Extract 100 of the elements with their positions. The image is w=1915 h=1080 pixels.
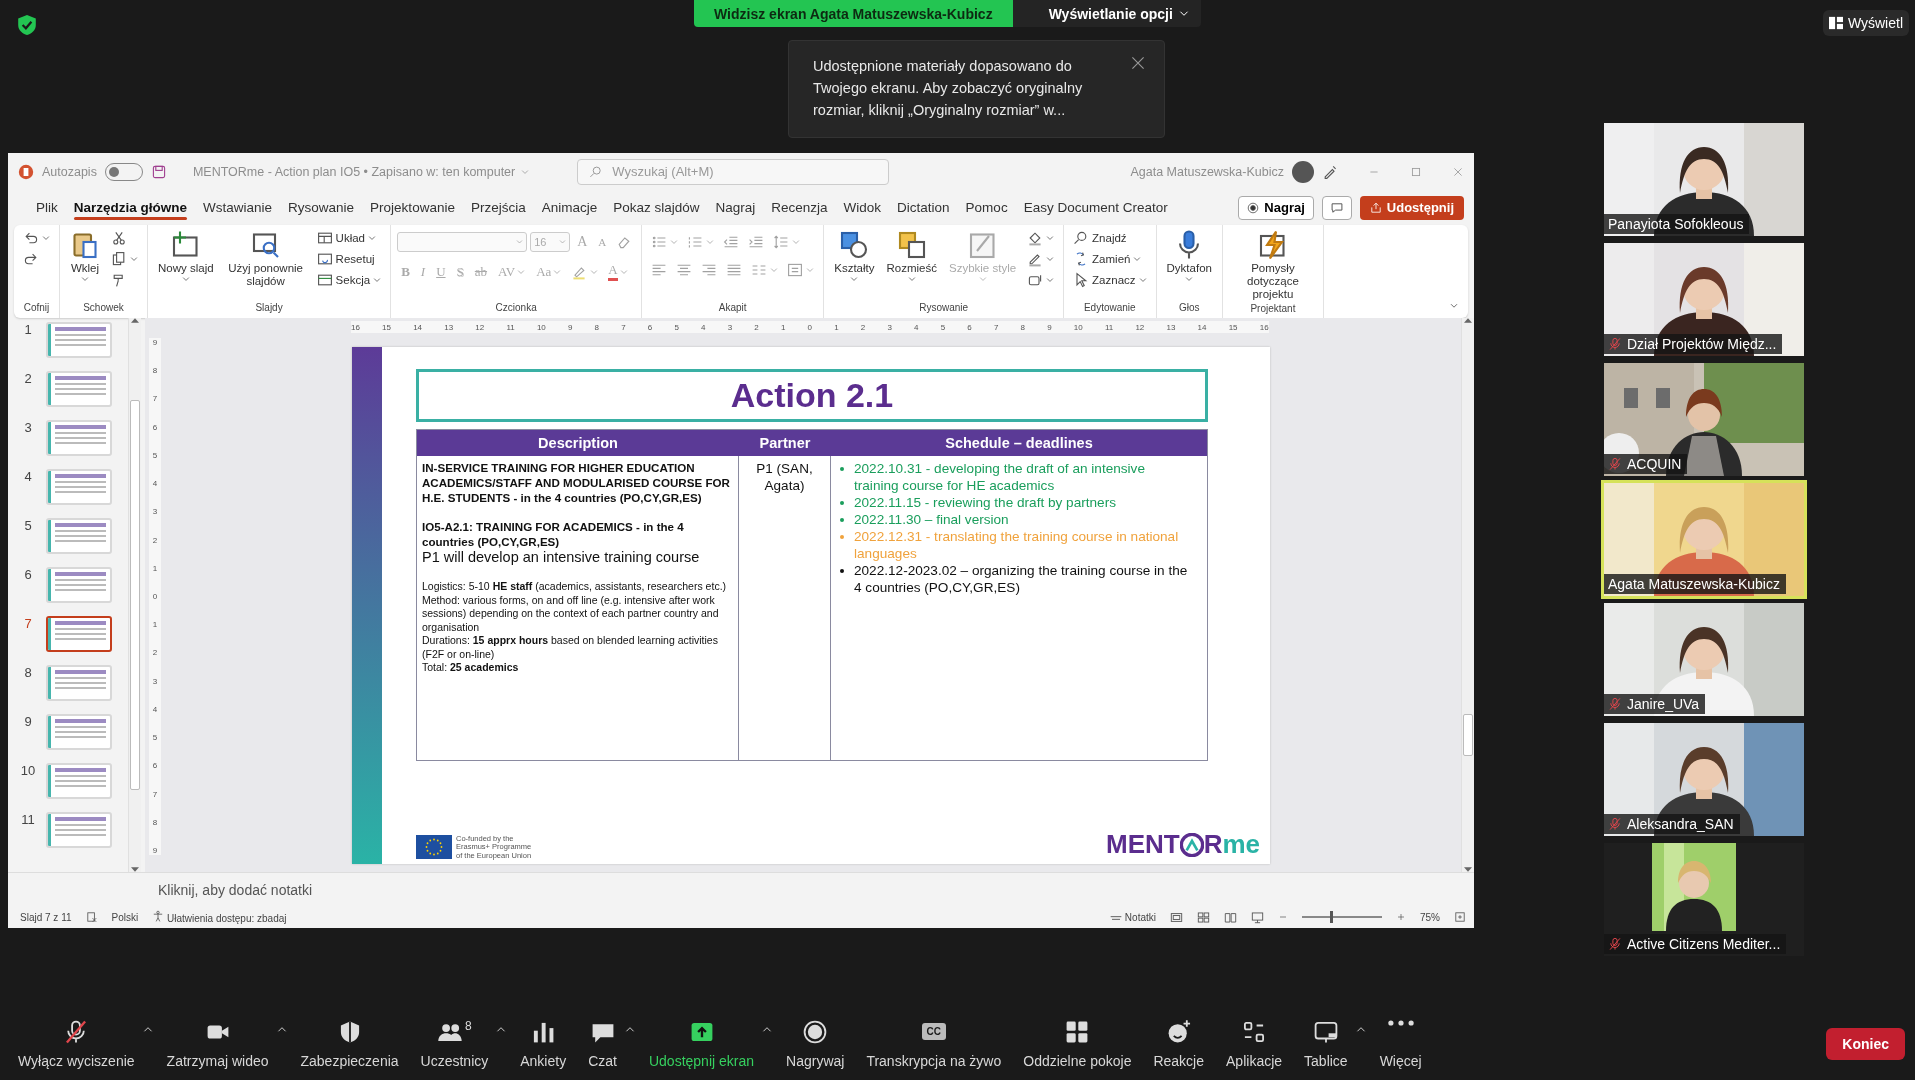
- view-options-button[interactable]: Wyświetlanie opcji: [1012, 0, 1201, 27]
- columns-icon: [751, 262, 768, 278]
- user-name: Agata Matuszewska-Kubicz: [1130, 164, 1284, 179]
- menu-tab[interactable]: Dictation: [889, 194, 958, 221]
- scroll-down-icon[interactable]: [1464, 867, 1472, 872]
- ribbon-button[interactable]: Pomysły dotyczące projektu: [1228, 228, 1317, 303]
- fit-icon[interactable]: [1454, 911, 1466, 923]
- toolbar-button[interactable]: Więcej: [1371, 1015, 1430, 1073]
- view-button[interactable]: Wyświetl: [1822, 10, 1909, 36]
- close-icon[interactable]: [1130, 55, 1146, 71]
- video-tile[interactable]: Dział Projektów Międz...: [1604, 243, 1804, 356]
- toolbar-button[interactable]: Oddzielne pokoje: [1015, 1015, 1140, 1073]
- name-label: Agata Matuszewska-Kubicz: [1604, 574, 1786, 594]
- ruler-number: 15: [382, 322, 391, 332]
- caret-icon[interactable]: [276, 1027, 287, 1032]
- ruler-number: 0: [807, 322, 813, 332]
- scroll-thumb[interactable]: [1463, 714, 1473, 756]
- menu-tab[interactable]: Pokaz slajdów: [605, 194, 708, 221]
- zoom-in-icon[interactable]: [1396, 912, 1406, 922]
- caret-icon: [1178, 11, 1189, 16]
- ruler-number: 3: [152, 507, 158, 517]
- pen-icon[interactable]: [1322, 163, 1338, 180]
- grid-view-icon[interactable]: [1197, 910, 1210, 924]
- ribbon-button[interactable]: Znajdź: [1070, 228, 1150, 248]
- caret-icon[interactable]: [496, 1027, 507, 1032]
- scrollbar[interactable]: [128, 318, 141, 872]
- scroll-thumb[interactable]: [130, 400, 140, 790]
- toolbar-button[interactable]: Reakcje: [1145, 1015, 1213, 1073]
- shield-icon[interactable]: [16, 14, 38, 36]
- toolbar-button[interactable]: Tablice: [1296, 1015, 1356, 1073]
- maximize-icon[interactable]: [1410, 165, 1422, 178]
- slideshow-icon[interactable]: [1251, 910, 1264, 924]
- ribbon-button[interactable]: Nowy slajd: [154, 228, 218, 283]
- menu-tab[interactable]: Easy Document Creator: [1015, 194, 1176, 221]
- comment-icon: [1329, 200, 1344, 215]
- partner-text: P1 (SAN, Agata): [755, 460, 814, 494]
- caret-icon[interactable]: [142, 1027, 153, 1032]
- ribbon-button[interactable]: Zamień: [1070, 249, 1150, 269]
- ribbon-button[interactable]: Resetuj: [313, 249, 385, 269]
- ribbon-button[interactable]: Sekcja: [313, 270, 385, 290]
- notes-placeholder[interactable]: Kliknij, aby dodać notatki: [8, 872, 1474, 906]
- toolbar-button[interactable]: Wyłącz wyciszenie: [10, 1015, 143, 1073]
- menu-tab[interactable]: Animacje: [533, 194, 606, 221]
- ribbon-button[interactable]: Rozmieść: [882, 228, 941, 283]
- menu-tab[interactable]: Widok: [835, 194, 890, 221]
- ruler-number: 2: [860, 322, 866, 332]
- end-meeting-button[interactable]: Koniec: [1826, 1028, 1905, 1060]
- toolbar-button[interactable]: Zabezpieczenia: [292, 1015, 407, 1073]
- menu-tab[interactable]: Wstawianie: [195, 194, 281, 221]
- menu-tab[interactable]: Przejścia: [462, 194, 534, 221]
- save-icon[interactable]: [150, 163, 167, 180]
- scroll-down-icon[interactable]: [131, 867, 139, 872]
- ribbon-button[interactable]: Użyj ponownie slajdów: [221, 228, 310, 290]
- line-spacing-icon: [773, 234, 790, 250]
- ribbon-button[interactable]: Układ: [313, 228, 385, 248]
- toolbar-button[interactable]: Udostępnij ekran: [640, 1015, 763, 1073]
- menu-tab[interactable]: Nagraj: [707, 194, 764, 221]
- ruler-number: 14: [1197, 322, 1207, 332]
- caret-icon[interactable]: [624, 1027, 635, 1032]
- record-button[interactable]: Nagraj: [1238, 195, 1314, 220]
- video-tile[interactable]: Janire_UVa: [1604, 603, 1804, 716]
- toolbar-button[interactable]: Zatrzymaj wideo: [158, 1015, 277, 1073]
- ribbon-button[interactable]: Kształty: [830, 228, 879, 283]
- video-tile[interactable]: Agata Matuszewska-Kubicz: [1604, 483, 1804, 596]
- search-field[interactable]: Wyszukaj (Alt+M): [577, 158, 890, 185]
- caret-icon[interactable]: [1355, 1027, 1366, 1032]
- toolbar-button[interactable]: Aplikacje: [1218, 1015, 1291, 1073]
- menu-tab[interactable]: Projektowanie: [362, 194, 463, 221]
- reading-view-icon[interactable]: [1224, 910, 1237, 924]
- share-button[interactable]: Udostępnij: [1359, 195, 1464, 220]
- notes-button[interactable]: Notatki: [1110, 911, 1156, 923]
- accessibility-button[interactable]: Ułatwienia dostępu: zbadaj: [152, 910, 287, 924]
- ribbon-button[interactable]: Zaznacz: [1070, 270, 1150, 290]
- spellcheck-icon[interactable]: [85, 911, 98, 923]
- toolbar-button[interactable]: Czat: [580, 1015, 625, 1073]
- menu-tab[interactable]: Rysowanie: [280, 194, 363, 221]
- schedule-item: 2022.12.31 - translating the training course in national languages: [840, 528, 1192, 562]
- menu-tab[interactable]: Plik: [28, 194, 66, 221]
- menu-tab[interactable]: Recenzja: [763, 194, 836, 221]
- ribbon-button[interactable]: Dyktafon: [1162, 228, 1216, 283]
- video-tile[interactable]: Aleksandra_SAN: [1604, 723, 1804, 836]
- table-header: Description: [417, 430, 739, 456]
- description-text: P1 will develop an intensive training course: [422, 549, 701, 566]
- comments-button[interactable]: [1321, 195, 1352, 220]
- toolbar-button[interactable]: Nagrywaj: [778, 1015, 853, 1073]
- video-tile[interactable]: ACQUIN: [1604, 363, 1804, 476]
- toolbar-button[interactable]: Ankiety: [512, 1015, 575, 1073]
- scroll-up-icon[interactable]: [1464, 318, 1472, 323]
- scrollbar[interactable]: [1461, 318, 1474, 872]
- user-avatar[interactable]: [1292, 160, 1314, 183]
- menu-tab[interactable]: Pomoc: [957, 194, 1016, 221]
- toolbar-button[interactable]: CC Transkrypcja na żywo: [858, 1015, 1010, 1073]
- toolbar-button[interactable]: 8 Uczestnicy: [412, 1015, 497, 1073]
- menu-tab[interactable]: Narzędzia główne: [65, 194, 196, 221]
- video-tile[interactable]: Panayiota Sofokleous: [1604, 123, 1804, 236]
- slide-thumbnail[interactable]: [46, 616, 112, 652]
- reset-icon: [316, 251, 333, 267]
- caret-icon[interactable]: [762, 1027, 773, 1032]
- normal-view-icon[interactable]: [1170, 910, 1183, 924]
- ribbon-button[interactable]: Wklej: [66, 228, 104, 283]
